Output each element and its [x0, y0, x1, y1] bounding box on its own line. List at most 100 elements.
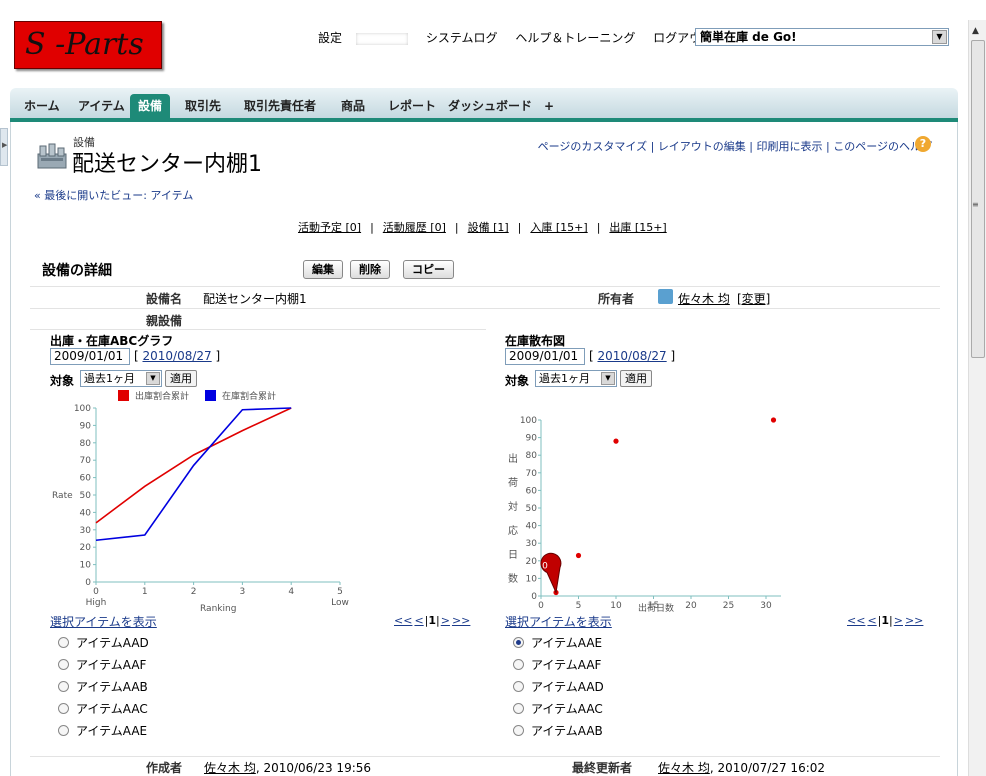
- printable-view-link[interactable]: 印刷用に表示: [757, 140, 823, 153]
- tab-accounts[interactable]: 取引先: [177, 94, 229, 118]
- pager-prev[interactable]: <: [867, 614, 876, 627]
- settings-link[interactable]: 設定: [318, 31, 342, 45]
- scatter-item-radio[interactable]: [513, 703, 524, 714]
- created-by-link[interactable]: 佐々木 均: [204, 761, 256, 775]
- tab-dashboards[interactable]: ダッシュボード: [440, 94, 540, 118]
- divider: [30, 329, 486, 330]
- delete-button[interactable]: 削除: [350, 260, 390, 279]
- scatter-y-tick-label: 10: [526, 574, 538, 584]
- change-owner-link[interactable]: [変更]: [737, 290, 770, 307]
- system-log-link[interactable]: システムログ: [426, 31, 498, 45]
- scatter-pager: << <|1|> >>: [847, 614, 924, 627]
- scatter-item-label: アイテムAAF: [531, 658, 602, 672]
- tab-equipment[interactable]: 設備: [130, 94, 171, 118]
- tab-products[interactable]: 商品: [333, 94, 373, 118]
- tab-reports[interactable]: レポート: [380, 94, 444, 118]
- name-value: 配送センター内棚1: [203, 292, 307, 306]
- divider: [30, 308, 940, 309]
- abc-item-radio[interactable]: [58, 637, 69, 648]
- scatter-date-to-link[interactable]: 2010/08/27: [598, 349, 667, 363]
- abc-y-tick-label: 50: [80, 491, 92, 501]
- abc-item-radio[interactable]: [58, 703, 69, 714]
- abc-y-tick-label: 80: [80, 439, 92, 449]
- scatter-title: 在庫散布図: [505, 334, 566, 348]
- scatter-y-tick-label: 40: [526, 522, 538, 532]
- pager-first[interactable]: <<: [847, 614, 865, 627]
- chevron-down-icon[interactable]: ▼: [932, 30, 947, 44]
- created-by-value: 佐々木 均, 2010/06/23 19:56: [204, 759, 371, 776]
- app-selector-value: 簡単在庫 de Go!: [700, 30, 797, 44]
- app-selector[interactable]: 簡単在庫 de Go! ▼: [695, 28, 949, 46]
- scroll-up-icon[interactable]: ▲: [972, 26, 979, 36]
- scatter-y-tick-label: 80: [526, 451, 538, 461]
- scatter-apply-button[interactable]: 適用: [620, 370, 652, 387]
- abc-y-tick-label: 70: [80, 456, 92, 466]
- scatter-x-tick-label: 10: [610, 601, 622, 611]
- pager-next[interactable]: >: [894, 614, 903, 627]
- help-icon[interactable]: ?: [915, 136, 931, 152]
- abc-axes: 01020304050607080901000High1 2 3 4 5Low: [74, 404, 349, 608]
- pager-last[interactable]: >>: [452, 614, 470, 627]
- abc-y-tick-label: 100: [74, 404, 91, 414]
- scatter-item-radio[interactable]: [513, 681, 524, 692]
- created-by-label: 作成者: [146, 761, 183, 775]
- scatter-y-label-char: 出: [508, 452, 518, 465]
- open-activities-link[interactable]: 活動予定 [0]: [298, 221, 361, 234]
- owner-link[interactable]: 佐々木 均: [678, 290, 730, 307]
- modified-by-link[interactable]: 佐々木 均: [658, 761, 710, 775]
- abc-item-radio[interactable]: [58, 725, 69, 736]
- scatter-date-from-input[interactable]: 2009/01/01: [505, 348, 585, 365]
- tab-items[interactable]: アイテム: [70, 94, 133, 118]
- scatter-x-tick-label: 0: [538, 601, 544, 611]
- vertical-scrollbar[interactable]: ▲ ≡: [968, 20, 986, 776]
- scatter-period-value: 過去1ヶ月: [539, 372, 590, 385]
- abc-date-from-input[interactable]: 2009/01/01: [50, 348, 130, 365]
- help-training-link[interactable]: ヘルプ＆トレーニング: [515, 31, 635, 45]
- abc-date-to-link[interactable]: 2010/08/27: [143, 349, 212, 363]
- created-at: , 2010/06/23 19:56: [255, 761, 372, 775]
- abc-x-tick-label: 2: [191, 587, 197, 597]
- tab-home[interactable]: ホーム: [16, 94, 68, 118]
- chevron-down-icon[interactable]: ▼: [146, 372, 160, 385]
- abc-apply-button[interactable]: 適用: [165, 370, 197, 387]
- activity-history-link[interactable]: 活動履歴 [0]: [383, 221, 446, 234]
- abc-item-label: アイテムAAE: [76, 724, 148, 738]
- equipment-related-link[interactable]: 設備 [1]: [468, 221, 509, 234]
- scatter-item-radio[interactable]: [513, 637, 524, 648]
- add-tab-icon[interactable]: +: [536, 94, 562, 118]
- edit-layout-link[interactable]: レイアウトの編集: [658, 140, 746, 153]
- pager-first[interactable]: <<: [394, 614, 412, 627]
- scatter-y-axis-label: 出荷対応日数: [508, 452, 518, 585]
- copy-button[interactable]: コピー: [403, 260, 454, 279]
- receiving-link[interactable]: 入庫 [15+]: [530, 221, 587, 234]
- pager-last[interactable]: >>: [905, 614, 923, 627]
- scatter-item-radio[interactable]: [513, 725, 524, 736]
- tab-contacts[interactable]: 取引先責任者: [236, 94, 324, 118]
- chevron-down-icon[interactable]: ▼: [601, 372, 615, 385]
- sidebar-toggle[interactable]: ▶: [0, 128, 8, 166]
- scatter-points: 0: [540, 417, 777, 596]
- abc-item-radio[interactable]: [58, 681, 69, 692]
- scatter-show-selected-label: 選択アイテムを表示: [505, 615, 612, 629]
- abc-period-select[interactable]: 過去1ヶ月 ▼: [80, 370, 162, 387]
- scatter-period-select[interactable]: 過去1ヶ月 ▼: [535, 370, 617, 387]
- scatter-item-label: アイテムAAB: [531, 724, 603, 738]
- scatter-x-axis-label: 出荷日数: [638, 602, 674, 614]
- abc-item-radio[interactable]: [58, 659, 69, 670]
- scatter-chart: 01020304050607080901000 5 10 15 20 25 30 出荷対応日…: [508, 416, 781, 614]
- scatter-point: [613, 438, 619, 444]
- pager-next[interactable]: >: [441, 614, 450, 627]
- scrollbar-thumb[interactable]: [971, 40, 985, 358]
- scatter-show-selected-link[interactable]: 選択アイテムを表示: [505, 613, 612, 630]
- scatter-item-radio[interactable]: [513, 659, 524, 670]
- back-to-list-link[interactable]: « 最後に開いたビュー: アイテム: [34, 187, 193, 203]
- app-logo[interactable]: S -Parts: [14, 21, 162, 69]
- abc-x-end-label: Low: [331, 598, 349, 608]
- customize-page-link[interactable]: ページのカスタマイズ: [538, 140, 647, 153]
- abc-show-selected-link[interactable]: 選択アイテムを表示: [50, 613, 157, 630]
- scatter-x-tick-label: 25: [723, 601, 734, 611]
- scatter-y-tick-label: 60: [526, 486, 538, 496]
- shipping-link[interactable]: 出庫 [15+]: [609, 221, 666, 234]
- edit-button[interactable]: 編集: [303, 260, 343, 279]
- pager-prev[interactable]: <: [414, 614, 423, 627]
